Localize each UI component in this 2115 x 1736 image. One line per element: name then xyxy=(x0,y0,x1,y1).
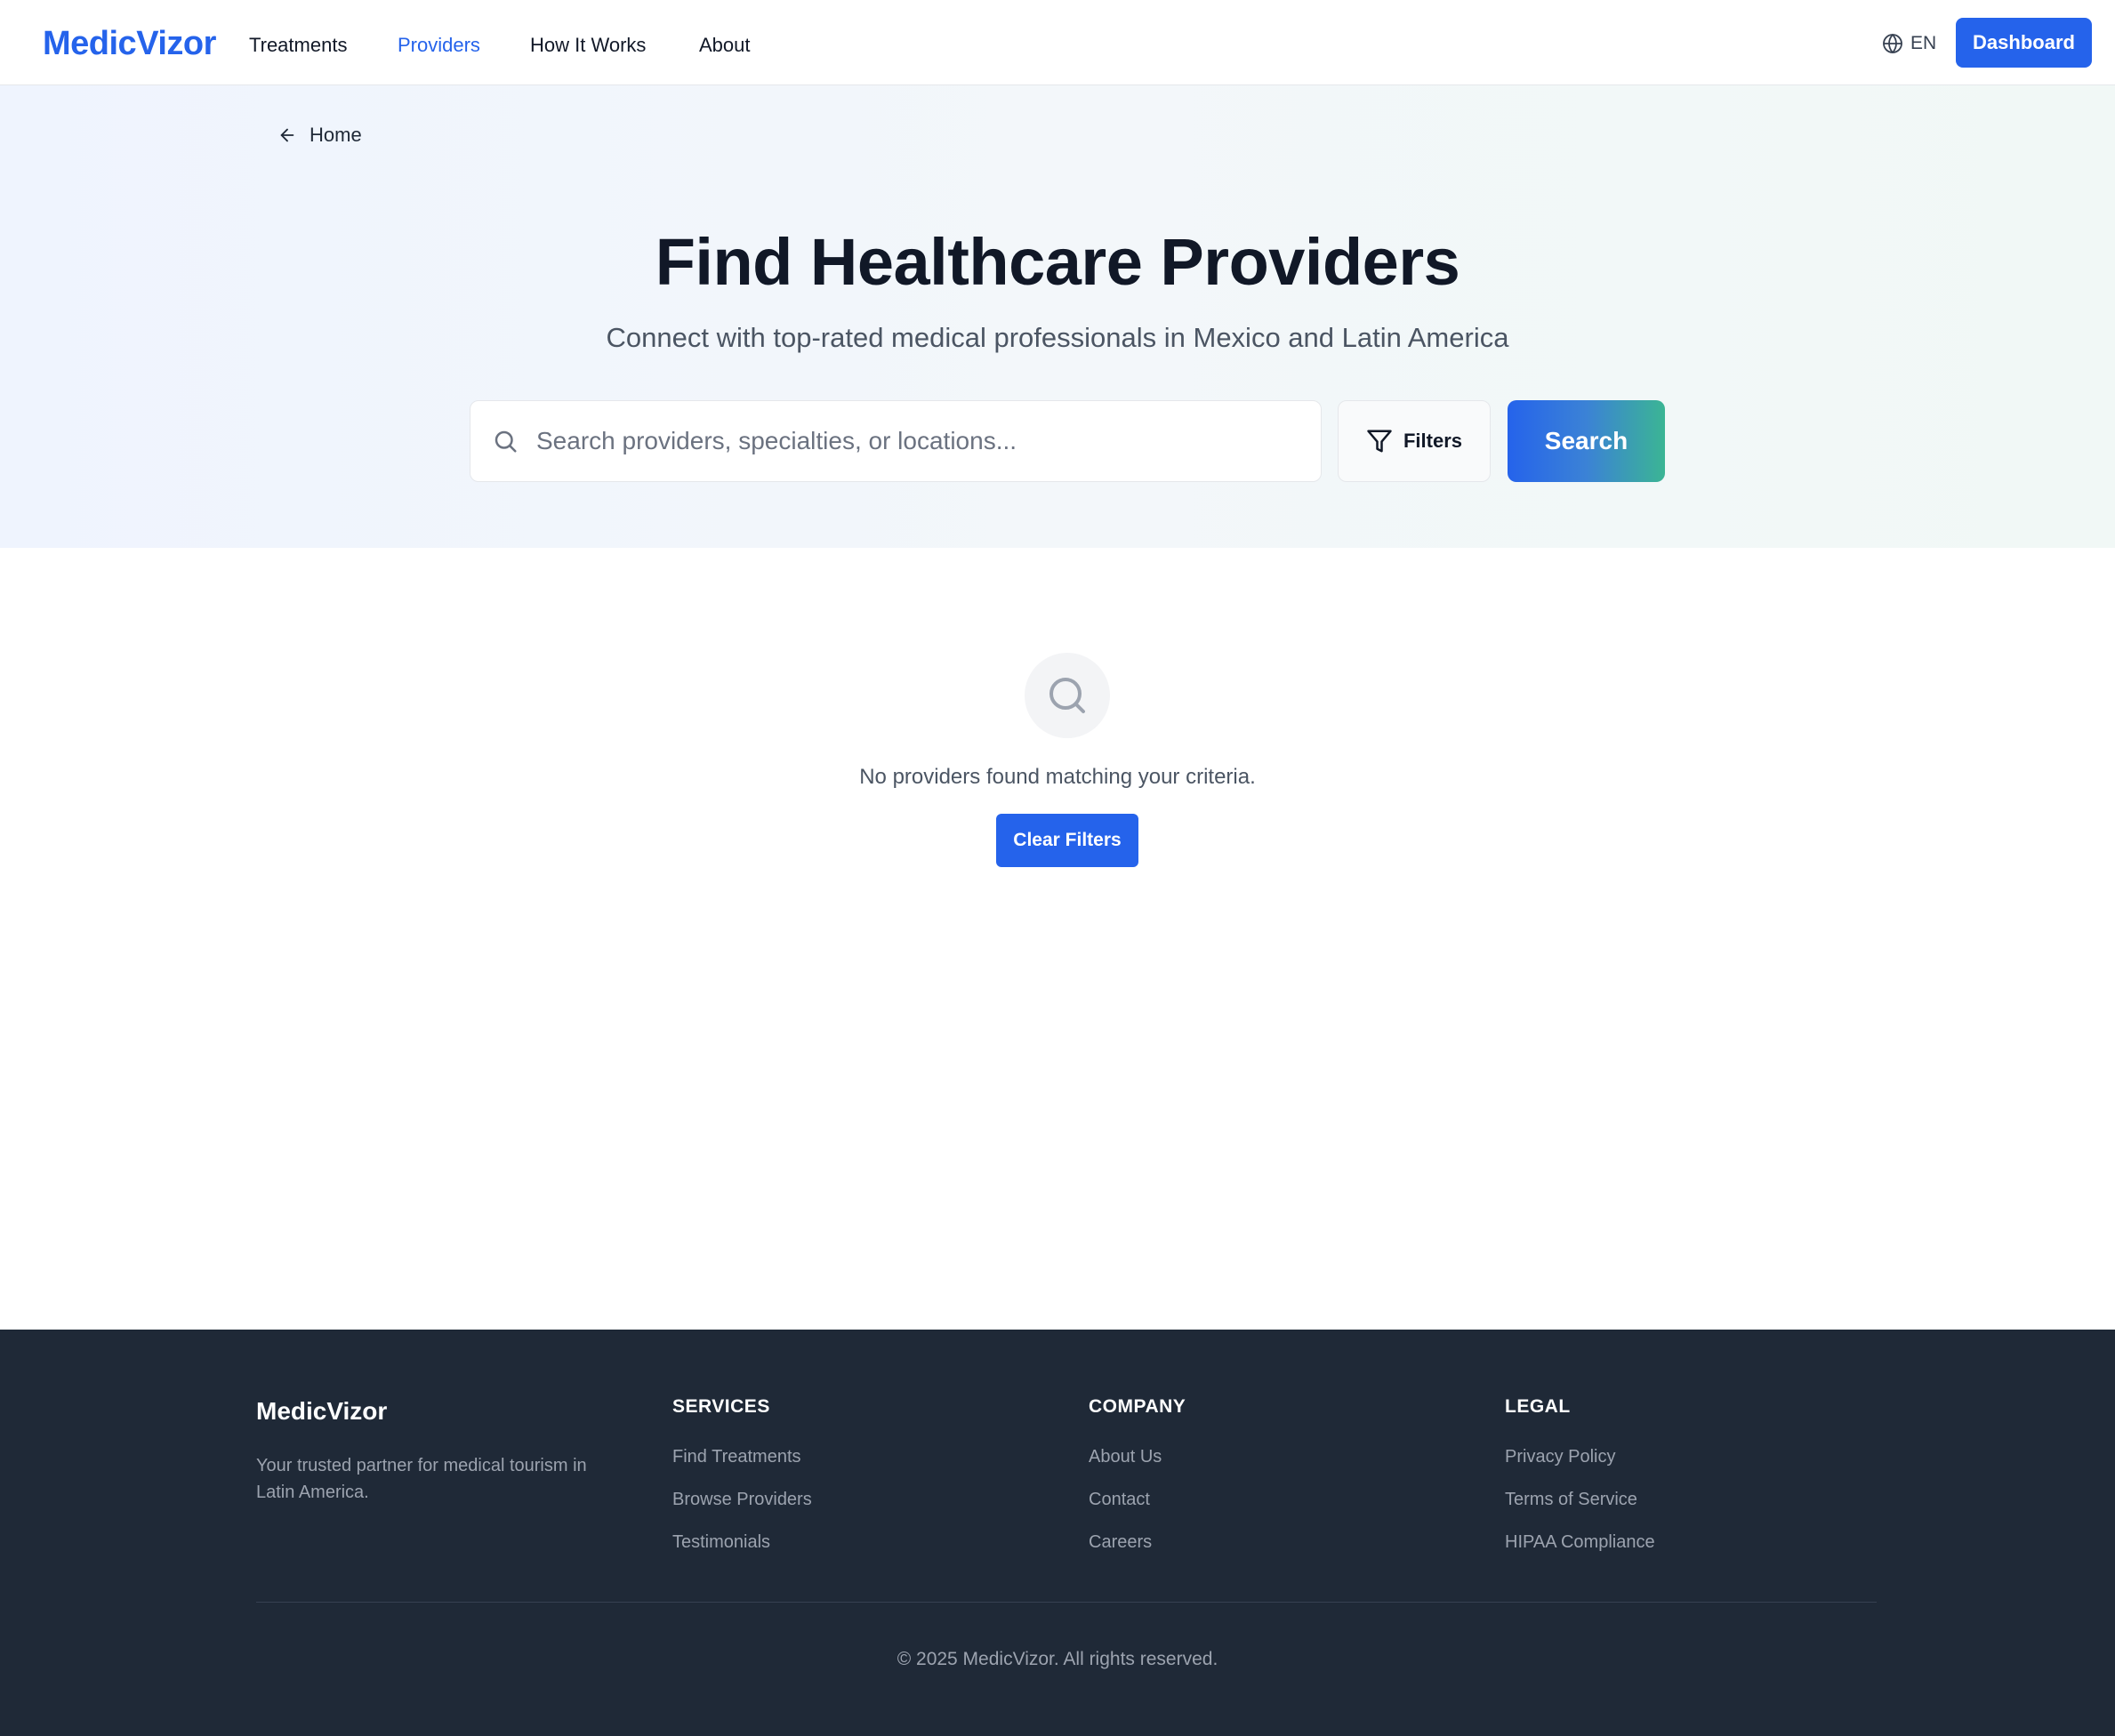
filters-button[interactable]: Filters xyxy=(1338,400,1491,482)
empty-state-icon-circle xyxy=(1025,653,1110,738)
page-subtitle: Connect with top-rated medical professio… xyxy=(606,322,1509,353)
search-box[interactable] xyxy=(470,400,1322,482)
page-title: Find Healthcare Providers xyxy=(655,225,1460,299)
logo[interactable]: MedicVizor xyxy=(43,21,216,66)
nav-treatments[interactable]: Treatments xyxy=(249,32,347,59)
footer-link-careers[interactable]: Careers xyxy=(1089,1529,1444,1555)
footer-link-about-us[interactable]: About Us xyxy=(1089,1443,1444,1470)
footer-link-privacy-policy[interactable]: Privacy Policy xyxy=(1505,1443,1861,1470)
footer-heading-company: COMPANY xyxy=(1089,1396,1186,1417)
footer-link-terms-of-service[interactable]: Terms of Service xyxy=(1505,1486,1861,1513)
footer-heading-legal: LEGAL xyxy=(1505,1396,1571,1417)
footer-link-testimonials[interactable]: Testimonials xyxy=(672,1529,1028,1555)
footer-link-contact[interactable]: Contact xyxy=(1089,1486,1444,1513)
arrow-left-icon xyxy=(280,128,294,142)
filters-label: Filters xyxy=(1403,430,1463,452)
search-input[interactable] xyxy=(536,414,1301,468)
footer-brand: MedicVizor xyxy=(256,1397,388,1425)
nav-how-it-works[interactable]: How It Works xyxy=(530,32,646,59)
filter-icon xyxy=(1367,430,1392,453)
footer-heading-services: SERVICES xyxy=(672,1396,770,1417)
footer-link-find-treatments[interactable]: Find Treatments xyxy=(672,1443,1028,1470)
nav-about[interactable]: About xyxy=(699,32,751,59)
language-label: EN xyxy=(1910,33,1937,53)
empty-state-message: No providers found matching your criteri… xyxy=(859,765,1256,789)
hero-section: Home Find Healthcare Providers Connect w… xyxy=(0,85,2115,548)
clear-filters-button[interactable]: Clear Filters xyxy=(996,814,1138,867)
nav-providers[interactable]: Providers xyxy=(398,32,480,59)
footer-divider xyxy=(256,1602,1877,1603)
search-icon xyxy=(1049,678,1085,713)
language-switcher[interactable]: EN xyxy=(1882,28,1936,59)
footer-link-browse-providers[interactable]: Browse Providers xyxy=(672,1486,1028,1513)
top-navbar: MedicVizor Treatments Providers How It W… xyxy=(0,0,2115,85)
footer-tagline: Your trusted partner for medical tourism… xyxy=(256,1456,587,1502)
back-home-label: Home xyxy=(310,124,362,146)
copyright: © 2025 MedicVizor. All rights reserved. xyxy=(897,1649,1218,1669)
footer-link-hipaa-compliance[interactable]: HIPAA Compliance xyxy=(1505,1529,1861,1555)
footer-column-legal: LEGAL Privacy Policy Terms of Service HI… xyxy=(1505,1394,1861,1571)
search-icon xyxy=(495,430,517,453)
footer: MedicVizor Your trusted partner for medi… xyxy=(0,1330,2115,1736)
globe-icon xyxy=(1883,34,1902,53)
dashboard-button[interactable]: Dashboard xyxy=(1956,18,2092,68)
back-home-link[interactable]: Home xyxy=(277,121,362,149)
footer-column-services: SERVICES Find Treatments Browse Provider… xyxy=(672,1394,1028,1571)
footer-column-company: COMPANY About Us Contact Careers xyxy=(1089,1394,1444,1571)
search-button[interactable]: Search xyxy=(1508,400,1665,482)
